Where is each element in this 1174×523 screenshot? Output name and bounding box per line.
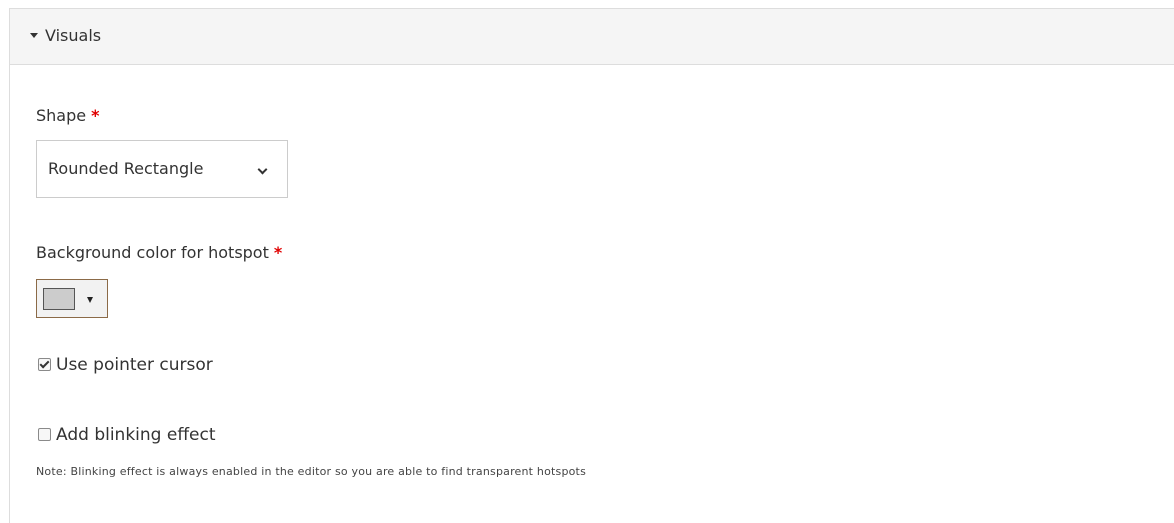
blinking-effect-checkbox[interactable] [38, 428, 51, 441]
panel-title: Visuals [45, 26, 102, 45]
blinking-effect-note: Note: Blinking effect is always enabled … [36, 465, 586, 478]
shape-label-text: Shape [36, 106, 87, 125]
visuals-panel: Visuals Shape * Rounded Rectangle Backgro… [9, 8, 1174, 523]
shape-label: Shape * [36, 106, 99, 126]
background-color-picker[interactable] [36, 279, 108, 318]
required-asterisk: * [91, 106, 100, 125]
shape-select[interactable]: Rounded Rectangle [36, 140, 288, 198]
color-swatch [43, 288, 75, 310]
blinking-effect-label[interactable]: Add blinking effect [56, 424, 216, 446]
chevron-down-icon [257, 164, 268, 175]
pointer-cursor-checkbox[interactable] [38, 358, 51, 371]
required-asterisk: * [273, 243, 283, 262]
background-color-label-text: Background color for hotspot [36, 243, 269, 262]
caret-down-icon [87, 297, 93, 303]
visuals-panel-header[interactable]: Visuals [10, 9, 1174, 65]
caret-down-icon [30, 33, 38, 38]
pointer-cursor-label[interactable]: Use pointer cursor [56, 354, 213, 376]
background-color-label: Background color for hotspot * [36, 243, 282, 263]
shape-select-value: Rounded Rectangle [48, 159, 204, 178]
